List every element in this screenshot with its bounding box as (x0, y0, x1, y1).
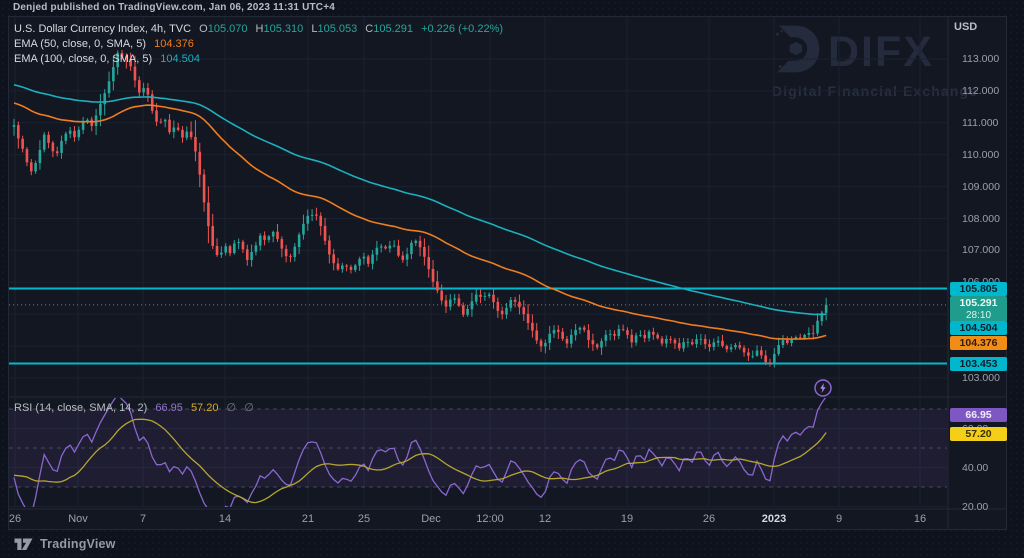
open-value: 105.070 (207, 23, 248, 35)
time-axis-label: 25 (357, 513, 371, 525)
lightning-icon (814, 379, 832, 397)
symbol-legend-row[interactable]: U.S. Dollar Currency Index, 4h, TVC O105… (14, 22, 503, 36)
time-axis-label: 2023 (761, 513, 787, 525)
main-legend: U.S. Dollar Currency Index, 4h, TVC O105… (14, 22, 503, 67)
rsi-value: 66.95 (155, 402, 183, 414)
upper-level-price-badge: 105.805 (950, 282, 1007, 296)
rsi-value-badge: 66.95 (950, 407, 1007, 422)
time-axis-label: 12 (538, 513, 552, 525)
rsi-sma-value-badge: 57.20 (950, 426, 1007, 441)
rsi-axis-label: 40.00 (962, 461, 989, 474)
price-axis-label: 113.000 (962, 53, 1000, 65)
rsi-sma-value: 57.20 (190, 402, 219, 414)
ema100-label: EMA (100, close, 0, SMA, 5) (14, 53, 153, 65)
time-axis-label: 12:00 (476, 513, 504, 525)
open-label: O (199, 23, 208, 35)
ema50-price-badge: 104.376 (950, 336, 1007, 350)
change-value: +0.226 (+0.22%) (421, 23, 504, 35)
time-axis-label: 9 (835, 513, 843, 525)
time-axis-label: Nov (68, 513, 88, 525)
price-axis-label: 110.000 (962, 148, 1000, 161)
last-price-value: 105.291 (959, 297, 998, 309)
high-value: 105.310 (263, 23, 304, 35)
chart-canvas[interactable] (0, 0, 1024, 558)
tradingview-logo-text: TradingView (40, 537, 116, 551)
tradingview-logo-icon (14, 538, 33, 550)
ema50-value: 104.376 (154, 38, 194, 50)
time-axis-label: 26 (8, 513, 22, 525)
rsi-legend-row[interactable]: RSI (14, close, SMA, 14, 2) 66.95 57.20 … (14, 401, 254, 414)
ema50-label: EMA (50, close, 0, SMA, 5) (14, 38, 147, 50)
time-axis-label: Dec (421, 513, 441, 525)
price-axis-label: 107.000 (962, 244, 1000, 257)
symbol-title[interactable]: U.S. Dollar Currency Index, 4h, TVC (14, 23, 191, 35)
price-axis-label: 112.000 (962, 84, 1000, 97)
time-axis-label: 21 (301, 513, 315, 525)
time-axis-label: 16 (913, 513, 927, 525)
rsi-empty-value-1: ∅ (226, 402, 237, 414)
ema100-legend-row[interactable]: EMA (100, close, 0, SMA, 5) 104.504 (14, 52, 503, 66)
price-axis-currency: USD (954, 21, 978, 33)
rsi-empty-value-2: ∅ (244, 402, 254, 414)
bar-countdown: 28:10 (965, 310, 992, 321)
time-axis-label: 19 (620, 513, 634, 525)
screenshot-root: Denjed published on TradingView.com, Jan… (0, 0, 1024, 558)
close-value: 105.291 (373, 23, 413, 35)
price-axis-label: 103.000 (962, 372, 1000, 384)
price-axis-label: 111.000 (962, 116, 999, 129)
flash-reaction-button[interactable] (813, 378, 833, 398)
rsi-axis-label: 20.00 (962, 500, 989, 513)
time-axis-label: 14 (218, 513, 232, 525)
rsi-label: RSI (14, close, SMA, 14, 2) (14, 402, 148, 414)
price-axis-label: 108.000 (962, 212, 1000, 225)
time-axis-label: 26 (702, 513, 716, 525)
high-label: H (255, 23, 264, 35)
time-axis-label: 7 (139, 513, 147, 525)
ema100-value: 104.504 (160, 53, 200, 65)
ema100-price-badge: 104.504 (950, 321, 1007, 335)
ema50-legend-row[interactable]: EMA (50, close, 0, SMA, 5) 104.376 (14, 37, 503, 51)
low-value: 105.053 (317, 23, 358, 35)
tradingview-logo[interactable]: TradingView (14, 537, 116, 551)
lower-level-price-badge: 103.453 (950, 357, 1007, 371)
last-price-badge: 105.291 28:10 (950, 296, 1007, 322)
price-axis-label: 109.000 (962, 180, 1000, 193)
